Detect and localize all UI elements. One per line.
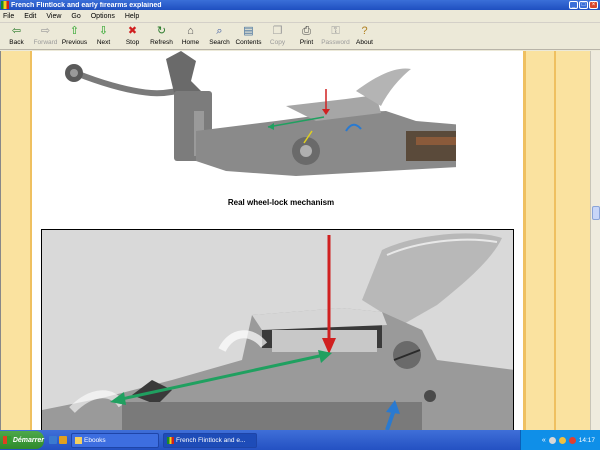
arrow-down-icon: ⇩ <box>98 25 109 37</box>
title-bar[interactable]: French Flintlock and early firearms expl… <box>0 0 600 10</box>
key-icon: ⚿ <box>331 25 340 37</box>
task-label: French Flintlock and e... <box>176 436 246 444</box>
toolbar-print-button[interactable]: ⎙ Print <box>292 23 321 49</box>
home-icon: ⌂ <box>187 25 194 37</box>
toolbar-button-label: Refresh <box>150 39 173 46</box>
toolbar-button-label: Print <box>299 39 314 46</box>
toolbar-button-label: Next <box>96 39 111 46</box>
toolbar-about-button[interactable]: ? About <box>350 23 379 49</box>
toolbar-button-label: Search <box>209 39 230 46</box>
toolbar-forward-button: ⇨ Forward <box>31 23 60 49</box>
volume-icon[interactable] <box>558 436 566 444</box>
clock[interactable]: 14:17 <box>579 437 595 444</box>
quick-launch <box>49 436 67 444</box>
browser-icon[interactable] <box>49 436 57 444</box>
start-label: Démarrer <box>12 436 44 444</box>
menu-options[interactable]: Options <box>91 13 115 20</box>
arrow-right-icon: ⇨ <box>40 25 51 37</box>
network-icon[interactable] <box>548 436 556 444</box>
toolbar-refresh-button[interactable]: ↻ Refresh <box>147 23 176 49</box>
help-icon: ? <box>361 25 368 37</box>
toolbar-button-label: Contents <box>235 39 262 46</box>
toolbar: ⇦ Back ⇨ Forward ⇧ Previous ⇩ Next ✖ Stop ↻ Refresh… <box>0 23 600 50</box>
search-icon: ⌕ <box>216 25 223 37</box>
folder-icon[interactable] <box>59 436 67 444</box>
arrow-left-icon: ⇦ <box>11 25 22 37</box>
toolbar-next-button[interactable]: ⇩ Next <box>89 23 118 49</box>
toolbar-button-label: Previous <box>61 39 88 46</box>
menu-file[interactable]: File <box>3 13 14 20</box>
task-french-flintlock[interactable]: French Flintlock and e... <box>163 432 257 448</box>
toolbar-copy-button: ❐ Copy <box>263 23 292 49</box>
start-button[interactable]: Démarrer <box>0 431 44 449</box>
menu-edit[interactable]: Edit <box>24 13 36 20</box>
wheel-lock-photo <box>65 51 456 176</box>
copy-icon: ❐ <box>272 25 283 37</box>
security-icon[interactable] <box>568 436 576 444</box>
wheel-lock-closeup-photo <box>41 229 514 430</box>
windows-logo-icon <box>3 436 11 444</box>
taskbar: Démarrer Ebooks French Flintlock and e..… <box>0 430 600 450</box>
contents-icon: ▤ <box>243 25 254 37</box>
folder-icon <box>75 436 82 444</box>
toolbar-button-label: Forward <box>33 39 58 46</box>
toolbar-back-button[interactable]: ⇦ Back <box>2 23 31 49</box>
left-margin-band <box>1 51 32 430</box>
refresh-icon: ↻ <box>156 25 167 37</box>
toolbar-button-label: Stop <box>125 39 140 46</box>
book-icon <box>167 436 174 444</box>
toolbar-previous-button[interactable]: ⇧ Previous <box>60 23 89 49</box>
printer-icon: ⎙ <box>302 25 311 37</box>
stop-icon: ✖ <box>127 25 138 37</box>
toolbar-button-label: Copy <box>269 39 286 46</box>
task-ebooks[interactable]: Ebooks <box>71 432 159 448</box>
system-tray: « 14:17 <box>520 430 600 450</box>
toolbar-home-button[interactable]: ⌂ Home <box>176 23 205 49</box>
scrollbar-thumb[interactable] <box>592 206 600 220</box>
toolbar-stop-button[interactable]: ✖ Stop <box>118 23 147 49</box>
content-frame[interactable]: Real wheel-lock mechanism <box>0 51 590 430</box>
toolbar-button-label: Back <box>9 39 24 46</box>
menu-help[interactable]: Help <box>125 13 139 20</box>
menu-bar: File Edit View Go Options Help <box>0 10 600 23</box>
chevron-left-icon[interactable]: « <box>542 437 546 444</box>
app-icon <box>1 1 9 9</box>
maximize-button[interactable]: □ <box>579 1 588 9</box>
figure-caption: Real wheel-lock mechanism <box>227 198 335 207</box>
toolbar-button-label: Password <box>321 39 350 46</box>
minimize-button[interactable]: _ <box>569 1 578 9</box>
toolbar-button-label: Home <box>181 39 200 46</box>
close-button[interactable]: × <box>589 1 598 9</box>
arrow-up-icon: ⇧ <box>69 25 80 37</box>
toolbar-contents-button[interactable]: ▤ Contents <box>234 23 263 49</box>
window-title: French Flintlock and early firearms expl… <box>11 1 162 9</box>
menu-go[interactable]: Go <box>71 13 80 20</box>
menu-view[interactable]: View <box>46 13 61 20</box>
toolbar-search-button[interactable]: ⌕ Search <box>205 23 234 49</box>
right-margin-band <box>523 51 590 430</box>
toolbar-button-label: About <box>356 39 373 46</box>
vertical-scrollbar[interactable] <box>590 51 600 430</box>
task-label: Ebooks <box>84 436 106 444</box>
toolbar-password-button: ⚿ Password <box>321 23 350 49</box>
